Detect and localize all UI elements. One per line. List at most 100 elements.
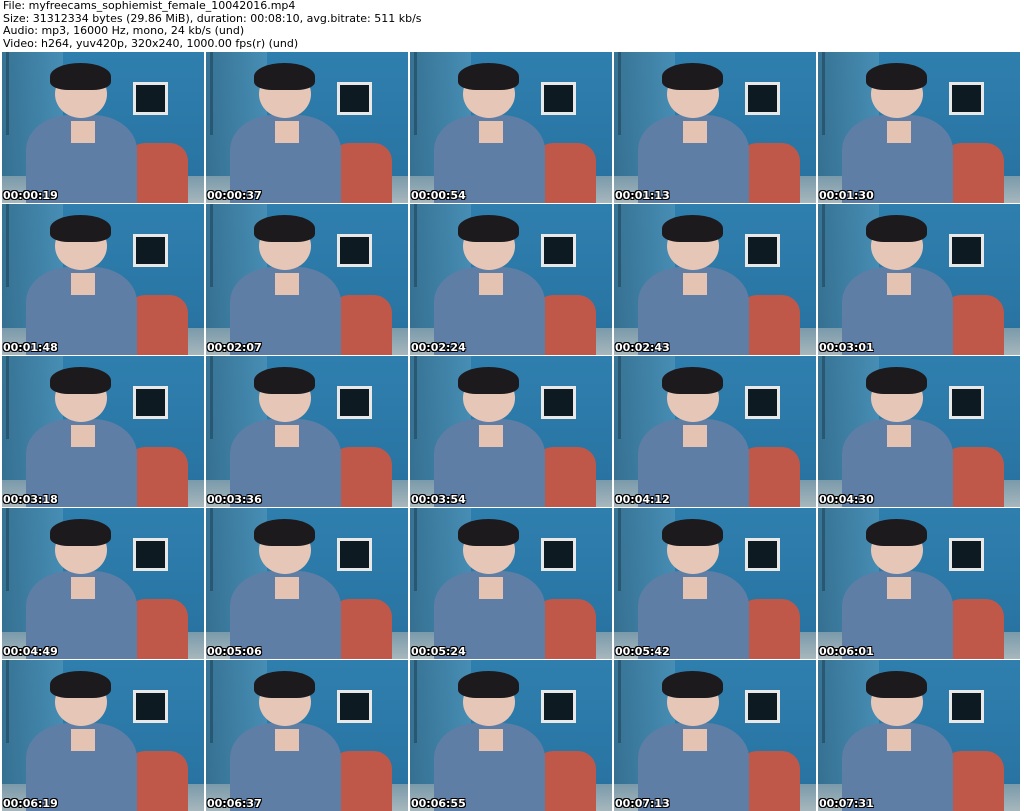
window-frame [541,386,576,420]
video-frame-thumbnail: 00:02:24 [410,204,612,355]
person-neck [70,425,95,447]
person-neck [274,577,299,599]
palm-tree-mural [6,52,37,136]
person-neck [70,729,95,751]
video-frame-thumbnail: 00:03:36 [206,356,408,507]
video-frame-thumbnail: 00:06:01 [818,508,1020,659]
person-hair [254,670,316,698]
video-frame-thumbnail: 00:02:07 [206,204,408,355]
window-frame [541,234,576,268]
window-frame [133,386,168,420]
palm-tree-mural [414,204,445,288]
person-hair [662,366,724,394]
person-hair [50,518,112,546]
video-frame-thumbnail: 00:06:37 [206,660,408,811]
window-frame [541,82,576,116]
window-frame [541,690,576,724]
frame-timestamp: 00:07:13 [615,797,670,810]
palm-tree-mural [210,204,241,288]
frame-timestamp: 00:02:24 [411,341,466,354]
thumbnail-grid: 00:00:19 00:00:37 00:00:54 00:01:13 00:01:30… [2,52,1020,811]
frame-timestamp: 00:00:19 [3,189,58,202]
video-frame-thumbnail: 00:00:54 [410,52,612,203]
person-hair [50,214,112,242]
video-frame-thumbnail: 00:00:37 [206,52,408,203]
video-frame-thumbnail: 00:05:42 [614,508,816,659]
palm-tree-mural [822,356,853,440]
frame-timestamp: 00:01:48 [3,341,58,354]
person-neck [274,273,299,295]
person-hair [866,670,928,698]
frame-timestamp: 00:06:01 [819,645,874,658]
person-hair [866,214,928,242]
frame-timestamp: 00:07:31 [819,797,874,810]
person-hair [254,366,316,394]
palm-tree-mural [414,508,445,592]
frame-timestamp: 00:02:07 [207,341,262,354]
palm-tree-mural [618,356,649,440]
person-hair [662,518,724,546]
palm-tree-mural [210,508,241,592]
frame-timestamp: 00:06:19 [3,797,58,810]
video-frame-thumbnail: 00:05:06 [206,508,408,659]
frame-timestamp: 00:02:43 [615,341,670,354]
window-frame [133,82,168,116]
person-neck [886,729,911,751]
palm-tree-mural [414,660,445,744]
person-neck [886,577,911,599]
person-hair [458,670,520,698]
palm-tree-mural [6,204,37,288]
video-frame-thumbnail: 00:07:13 [614,660,816,811]
person-hair [458,518,520,546]
palm-tree-mural [6,660,37,744]
frame-timestamp: 00:03:36 [207,493,262,506]
palm-tree-mural [414,356,445,440]
frame-timestamp: 00:06:37 [207,797,262,810]
palm-tree-mural [822,204,853,288]
window-frame [745,690,780,724]
palm-tree-mural [414,52,445,136]
video-frame-thumbnail: 00:06:19 [2,660,204,811]
window-frame [745,538,780,572]
window-frame [337,690,372,724]
person-neck [682,577,707,599]
video-frame-thumbnail: 00:04:12 [614,356,816,507]
frame-timestamp: 00:06:55 [411,797,466,810]
person-neck [682,273,707,295]
video-frame-thumbnail: 00:01:30 [818,52,1020,203]
frame-timestamp: 00:04:12 [615,493,670,506]
window-frame [949,690,984,724]
person-hair [50,366,112,394]
video-frame-thumbnail: 00:03:54 [410,356,612,507]
video-frame-thumbnail: 00:02:43 [614,204,816,355]
frame-timestamp: 00:01:30 [819,189,874,202]
window-frame [949,234,984,268]
person-neck [274,425,299,447]
person-neck [478,121,503,143]
palm-tree-mural [6,356,37,440]
window-frame [745,82,780,116]
frame-timestamp: 00:03:18 [3,493,58,506]
person-neck [478,729,503,751]
window-frame [745,234,780,268]
person-hair [254,518,316,546]
palm-tree-mural [618,508,649,592]
window-frame [133,234,168,268]
file-info-header: File: myfreecams_sophiemist_female_10042… [3,0,1021,50]
person-hair [662,670,724,698]
person-hair [866,62,928,90]
frame-timestamp: 00:03:01 [819,341,874,354]
frame-timestamp: 00:04:49 [3,645,58,658]
person-neck [274,121,299,143]
video-frame-thumbnail: 00:01:48 [2,204,204,355]
person-neck [478,577,503,599]
video-frame-thumbnail: 00:03:18 [2,356,204,507]
person-hair [866,518,928,546]
frame-timestamp: 00:05:24 [411,645,466,658]
person-hair [458,62,520,90]
frame-timestamp: 00:01:13 [615,189,670,202]
person-neck [886,425,911,447]
video-frame-thumbnail: 00:05:24 [410,508,612,659]
person-neck [70,121,95,143]
video-frame-thumbnail: 00:04:49 [2,508,204,659]
